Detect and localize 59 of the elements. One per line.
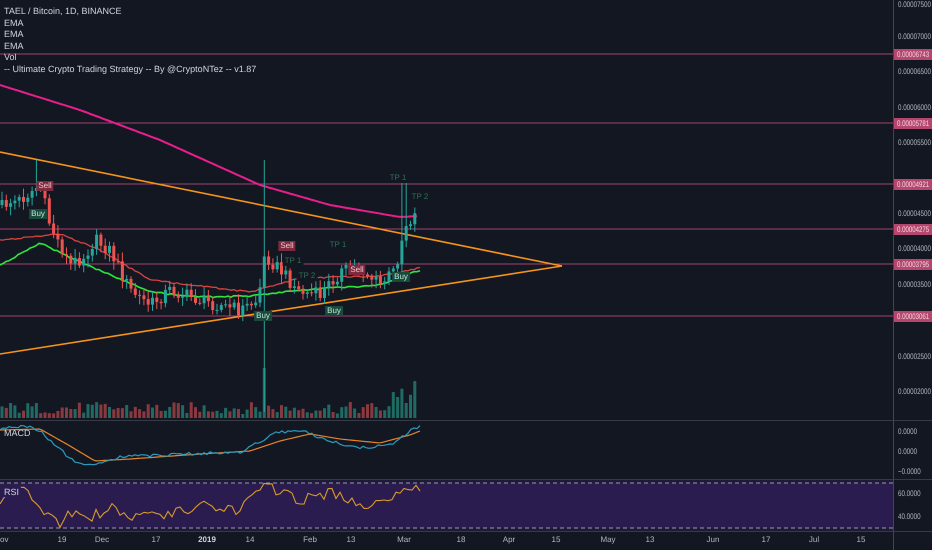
time-tick-label: Jun [706,535,720,545]
sell-signal-tag: Sell [278,241,296,251]
indicator-label: -- Ultimate Crypto Trading Strategy -- By @CryptoNTez -- v1.87 [4,64,256,74]
buy-signal-tag: Buy [325,306,343,316]
time-tick-label: Jul [808,535,820,545]
price-level-label: 0.00006743 [894,49,932,60]
price-tick-label: 0.00007000 [898,32,931,42]
time-tick-label: 15 [552,535,560,545]
price-tick-label: 0.00002000 [898,387,931,397]
time-tick-label: Apr [502,535,516,545]
rsi-tick-label: 40.0000 [898,512,921,522]
panel-title: MACD [4,428,30,438]
indicator-label: EMA [4,18,25,28]
price-tick-label: 0.00003500 [898,280,931,290]
price-level-label: 0.00005781 [894,118,932,129]
chart-title: TAEL / Bitcoin, 1D, BINANCE [4,6,123,16]
price-tick-label: 0.00002500 [898,352,931,362]
time-tick-label: 15 [856,535,866,545]
buy-signal-tag: Buy [254,311,272,321]
time-tick-label: May [600,535,616,545]
price-tick-label: 0.00007500 [898,0,931,10]
macd-tick-label: 0.0000 [898,427,918,437]
take-profit-label: TP 2 [296,271,318,281]
take-profit-label: TP 1 [282,256,304,266]
price-level-label: 0.00004921 [894,179,932,190]
indicator-label: EMA [4,40,25,51]
price-level-label: 0.00003061 [894,311,932,322]
price-level-label: 0.00003795 [894,259,932,270]
buy-signal-tag: Buy [29,209,47,219]
time-tick-label: ov [0,535,8,545]
time-tick-label: 13 [646,535,654,545]
panel-title: RSI [4,487,22,497]
take-profit-label: TP 2 [410,192,430,202]
macd-tick-label: 0.0000 [898,447,918,457]
take-profit-label: TP 1 [328,240,348,250]
price-tick-label: 0.00005500 [898,138,931,148]
buy-signal-tag: Buy [392,272,410,282]
price-tick-label: 0.00006500 [898,67,931,77]
sell-signal-tag: Sell [36,181,54,191]
time-tick-label: 13 [346,535,356,545]
rsi-tick-label: 60.0000 [898,489,921,499]
price-tick-label: 0.00004000 [898,244,931,254]
time-tick-label: Dec [94,535,110,545]
indicator-label: Vol [4,52,18,62]
time-tick-label: 17 [762,535,770,545]
price-level-label: 0.00004275 [894,224,932,235]
time-tick-label: 17 [152,535,160,545]
price-tick-label: 0.00006000 [898,103,931,113]
time-tick-label: Feb [303,535,317,545]
time-tick-label: Mar [397,535,411,545]
take-profit-label: TP 1 [388,173,408,183]
macd-tick-label: −0.0000 [898,467,921,477]
time-tick-label: 18 [456,535,466,545]
indicator-label: EMA [4,29,25,40]
sell-signal-tag: Sell [348,265,366,275]
time-tick-label: 14 [246,535,254,545]
time-tick-label: 19 [58,535,66,545]
time-tick-label: 2019 [198,535,216,545]
price-tick-label: 0.00004500 [898,209,931,219]
